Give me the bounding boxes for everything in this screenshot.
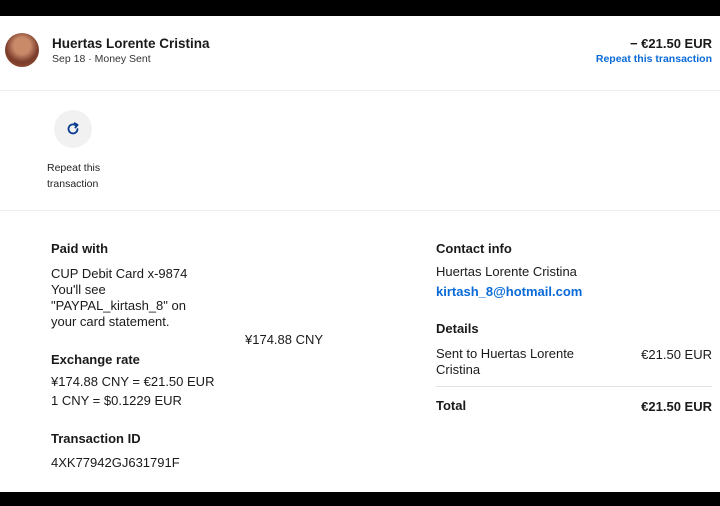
repeat-transaction-link[interactable]: Repeat this transaction	[596, 53, 712, 65]
transaction-subtitle: Sep 18 · Money Sent	[52, 53, 151, 65]
statement-note-line1: You'll see	[51, 282, 106, 297]
sent-to-line2: Cristina	[436, 362, 481, 377]
transaction-date: Sep 18	[52, 53, 86, 65]
repeat-label-line2: transaction	[47, 178, 99, 190]
card-name: CUP Debit Card x-9874	[51, 266, 188, 281]
contact-email-link[interactable]: kirtash_8@hotmail.com	[436, 284, 582, 300]
section-divider	[0, 210, 720, 211]
repeat-transaction-label[interactable]: Repeat this transaction	[47, 160, 117, 192]
exchange-rate-heading: Exchange rate	[51, 352, 140, 367]
details-divider	[436, 386, 712, 387]
contact-name: Huertas Lorente Cristina	[436, 264, 577, 279]
repeat-transaction-button[interactable]	[54, 110, 92, 148]
exchange-rate-line1: ¥174.88 CNY = €21.50 EUR	[51, 374, 215, 389]
statement-note-line2: "PAYPAL_kirtash_8" on	[51, 298, 186, 313]
transaction-detail-page: Huertas Lorente Cristina Sep 18 · Money …	[0, 16, 720, 492]
subtitle-separator: ·	[88, 53, 92, 65]
sent-to-line1: Sent to Huertas Lorente	[436, 346, 575, 361]
details-heading: Details	[436, 321, 479, 336]
contact-info-heading: Contact info	[436, 241, 512, 256]
total-amount: €21.50 EUR	[641, 399, 712, 414]
transaction-id-heading: Transaction ID	[51, 431, 141, 446]
transaction-id: 4XK77942GJ631791F	[51, 455, 180, 470]
sent-amount: €21.50 EUR	[641, 347, 712, 362]
transaction-type: Money Sent	[94, 53, 151, 65]
exchange-rate-line2: 1 CNY = $0.1229 EUR	[51, 393, 182, 408]
paid-with-heading: Paid with	[51, 241, 109, 256]
statement-note-line3: your card statement.	[51, 314, 170, 329]
total-label: Total	[436, 398, 467, 413]
refresh-icon	[67, 122, 79, 135]
header-divider	[0, 90, 720, 91]
avatar	[5, 33, 39, 67]
charged-amount: ¥174.88 CNY	[245, 332, 324, 347]
recipient-name: Huertas Lorente Cristina	[52, 36, 210, 51]
transaction-amount: − €21.50 EUR	[629, 36, 712, 51]
repeat-label-line1: Repeat this	[47, 162, 101, 174]
